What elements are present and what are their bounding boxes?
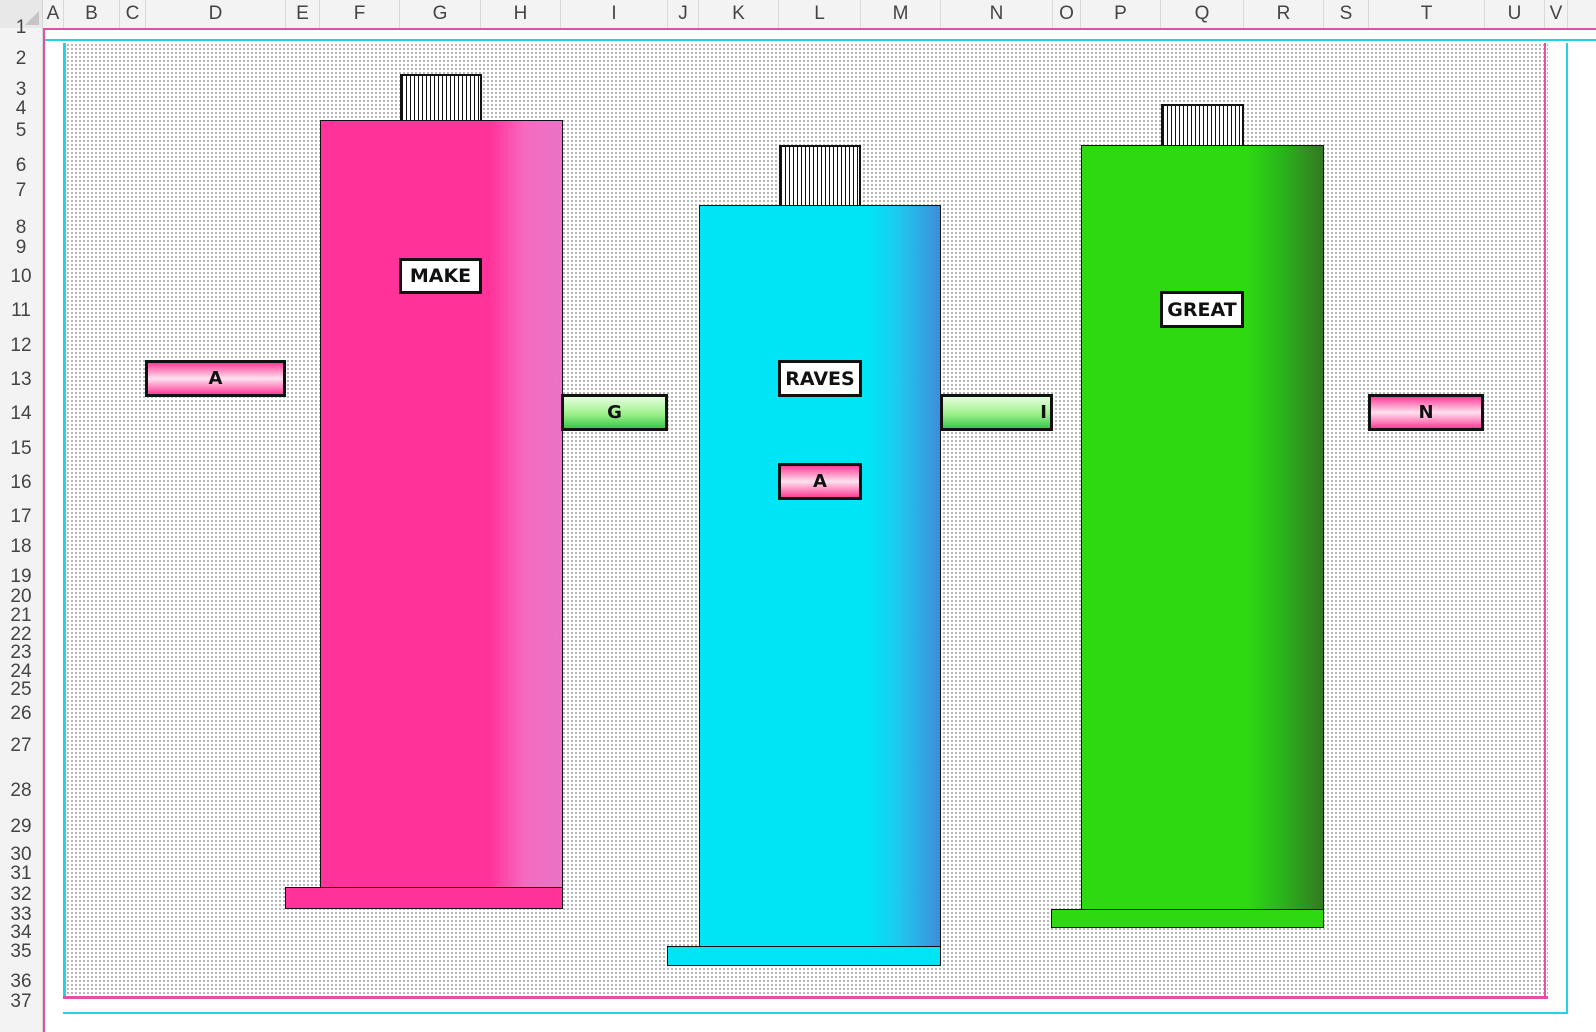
row-header-29[interactable]: 29 [0, 817, 42, 836]
frame-line [43, 39, 1596, 41]
row-header-15[interactable]: 15 [0, 439, 42, 458]
column-header-n[interactable]: N [941, 0, 1053, 28]
frame-line [1566, 43, 1568, 1013]
frame-line [43, 28, 1596, 30]
row-header-30[interactable]: 30 [0, 845, 42, 864]
green-tube-label[interactable]: GREAT [1160, 291, 1244, 328]
column-header-a[interactable]: A [43, 0, 64, 28]
column-header-p[interactable]: P [1081, 0, 1161, 28]
row-header-23[interactable]: 23 [0, 643, 42, 662]
tag-n[interactable]: N [1368, 394, 1484, 431]
frame-line [63, 996, 1548, 999]
row-header-35[interactable]: 35 [0, 942, 42, 961]
row-header-9[interactable]: 9 [0, 238, 42, 257]
green-tube[interactable] [1081, 145, 1324, 911]
column-header-r[interactable]: R [1244, 0, 1324, 28]
column-header-e[interactable]: E [286, 0, 320, 28]
pink-tube-label[interactable]: MAKE [399, 258, 482, 294]
cyan-tube-base[interactable] [667, 946, 941, 966]
column-header-j[interactable]: J [668, 0, 699, 28]
column-header-c[interactable]: C [120, 0, 146, 28]
row-header-36[interactable]: 36 [0, 972, 42, 991]
row-header-5[interactable]: 5 [0, 121, 42, 140]
green-tube-cap[interactable] [1161, 104, 1244, 147]
column-header-k[interactable]: K [699, 0, 779, 28]
column-header-s[interactable]: S [1324, 0, 1369, 28]
row-header-25[interactable]: 25 [0, 680, 42, 699]
column-header-i[interactable]: I [561, 0, 668, 28]
pink-tube-base[interactable] [285, 887, 563, 909]
row-header-18[interactable]: 18 [0, 537, 42, 556]
cyan-tube-cap[interactable] [779, 145, 861, 207]
row-header-11[interactable]: 11 [0, 301, 42, 320]
row-header-37[interactable]: 37 [0, 992, 42, 1011]
row-header-21[interactable]: 21 [0, 606, 42, 625]
row-header-8[interactable]: 8 [0, 218, 42, 237]
tag-g[interactable]: G [561, 394, 668, 431]
green-tube-base[interactable] [1051, 909, 1324, 928]
pink-tube-cap[interactable] [400, 74, 482, 122]
row-header-19[interactable]: 19 [0, 567, 42, 586]
tag-i[interactable]: I [940, 394, 1053, 431]
row-header-31[interactable]: 31 [0, 864, 42, 883]
row-header-20[interactable]: 20 [0, 587, 42, 606]
row-header-26[interactable]: 26 [0, 704, 42, 723]
row-header-32[interactable]: 32 [0, 885, 42, 904]
row-header-6[interactable]: 6 [0, 156, 42, 175]
row-header-13[interactable]: 13 [0, 370, 42, 389]
column-header-o[interactable]: O [1053, 0, 1081, 28]
row-header-10[interactable]: 10 [0, 267, 42, 286]
cyan-tube-label[interactable]: RAVES [778, 360, 862, 397]
row-header-7[interactable]: 7 [0, 181, 42, 200]
column-header-u[interactable]: U [1485, 0, 1545, 28]
row-header-12[interactable]: 12 [0, 336, 42, 355]
row-header-34[interactable]: 34 [0, 923, 42, 942]
column-header-bar: ABCDEFGHIJKLMNOPQRSTUV [0, 0, 1596, 29]
frame-line [63, 1012, 1568, 1014]
pink-tube[interactable] [320, 120, 563, 888]
column-header-h[interactable]: H [481, 0, 561, 28]
frame-line [1544, 43, 1546, 998]
row-header-4[interactable]: 4 [0, 99, 42, 118]
row-header-28[interactable]: 28 [0, 781, 42, 800]
column-header-g[interactable]: G [400, 0, 481, 28]
row-header-1[interactable]: 1 [0, 18, 42, 37]
cyan-tube[interactable] [699, 205, 941, 948]
column-header-v[interactable]: V [1545, 0, 1568, 28]
column-header-b[interactable]: B [64, 0, 120, 28]
column-header-t[interactable]: T [1369, 0, 1485, 28]
cyan-tube-a-tag[interactable]: A [778, 463, 862, 500]
column-header-q[interactable]: Q [1161, 0, 1244, 28]
tag-a-left[interactable]: A [145, 360, 286, 397]
column-header-l[interactable]: L [779, 0, 861, 28]
column-header-m[interactable]: M [861, 0, 941, 28]
row-header-16[interactable]: 16 [0, 473, 42, 492]
row-header-3[interactable]: 3 [0, 80, 42, 99]
row-header-17[interactable]: 17 [0, 507, 42, 526]
row-header-bar: 1 2 3 4 5 6 7 8 9 10 11 12 13 14 15 16 17 18 19 20 21 22 23 24 2… [0, 18, 43, 1032]
row-header-2[interactable]: 2 [0, 49, 42, 68]
column-header-f[interactable]: F [320, 0, 400, 28]
row-header-27[interactable]: 27 [0, 736, 42, 755]
frame-line [43, 28, 45, 1032]
column-header-d[interactable]: D [146, 0, 286, 28]
row-header-14[interactable]: 14 [0, 404, 42, 423]
